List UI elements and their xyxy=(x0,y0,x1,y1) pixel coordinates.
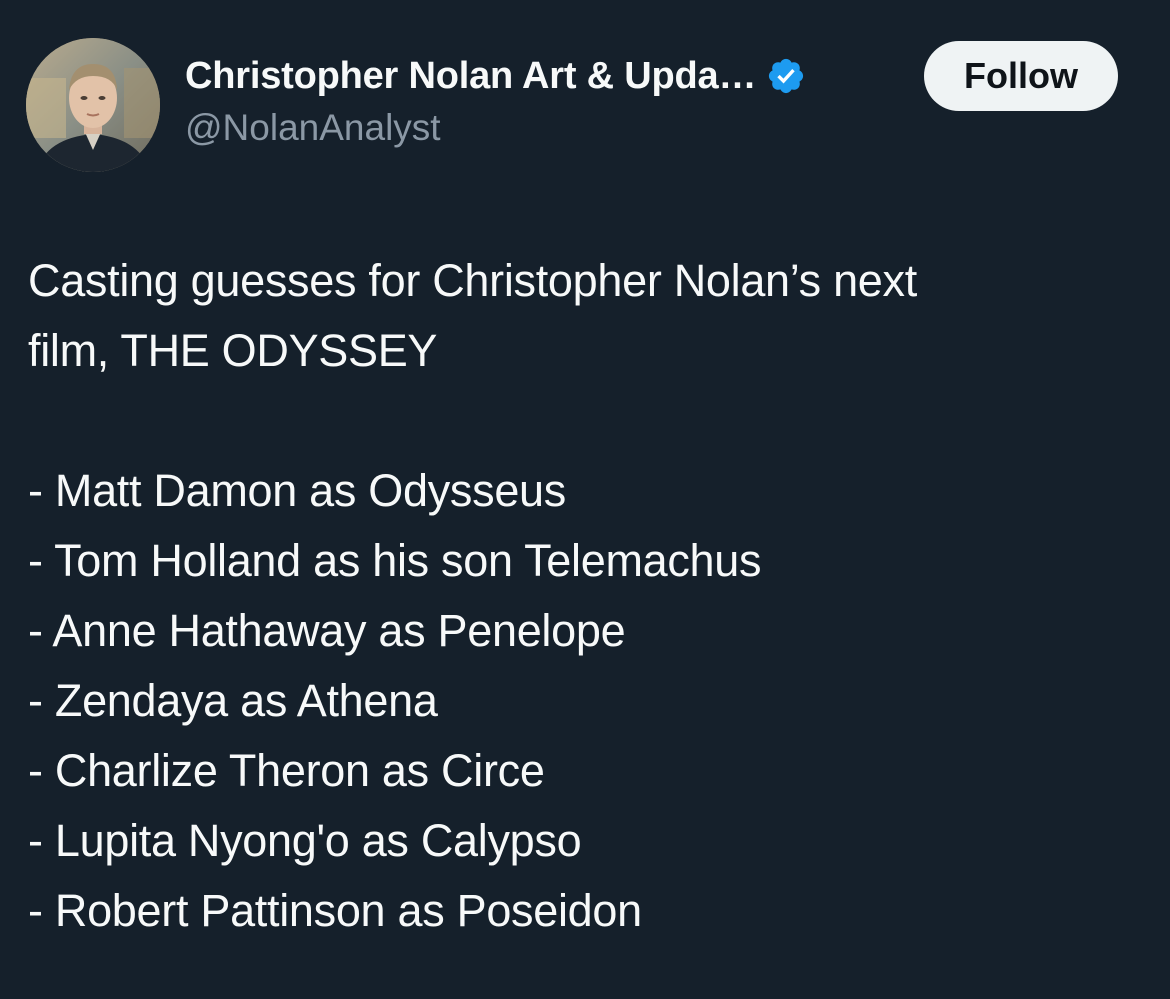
avatar[interactable] xyxy=(26,38,160,172)
tweet-text: Casting guesses for Christopher Nolan’s … xyxy=(28,246,1138,946)
author-handle[interactable]: @NolanAnalyst xyxy=(185,107,441,149)
tweet-text-line: Casting guesses for Christopher Nolan’s … xyxy=(28,255,917,306)
author-name-row[interactable]: Christopher Nolan Art & Upda… xyxy=(185,52,806,100)
author-display-name[interactable]: Christopher Nolan Art & Upda… xyxy=(185,55,756,98)
tweet-card: Christopher Nolan Art & Upda… @NolanAnal… xyxy=(0,0,1170,999)
cast-list-item: - Robert Pattinson as Poseidon xyxy=(28,885,642,936)
cast-list-item: - Zendaya as Athena xyxy=(28,675,438,726)
tweet-text-line: film, THE ODYSSEY xyxy=(28,325,438,376)
cast-list-item: - Matt Damon as Odysseus xyxy=(28,465,566,516)
cast-list-item: - Tom Holland as his son Telemachus xyxy=(28,535,762,586)
cast-list-item: - Lupita Nyong'o as Calypso xyxy=(28,815,582,866)
cast-list-item: - Anne Hathaway as Penelope xyxy=(28,605,626,656)
follow-button[interactable]: Follow xyxy=(924,41,1118,111)
verified-badge-icon[interactable] xyxy=(766,56,806,96)
cast-list-item: - Charlize Theron as Circe xyxy=(28,745,545,796)
avatar-photo-icon xyxy=(26,38,160,172)
